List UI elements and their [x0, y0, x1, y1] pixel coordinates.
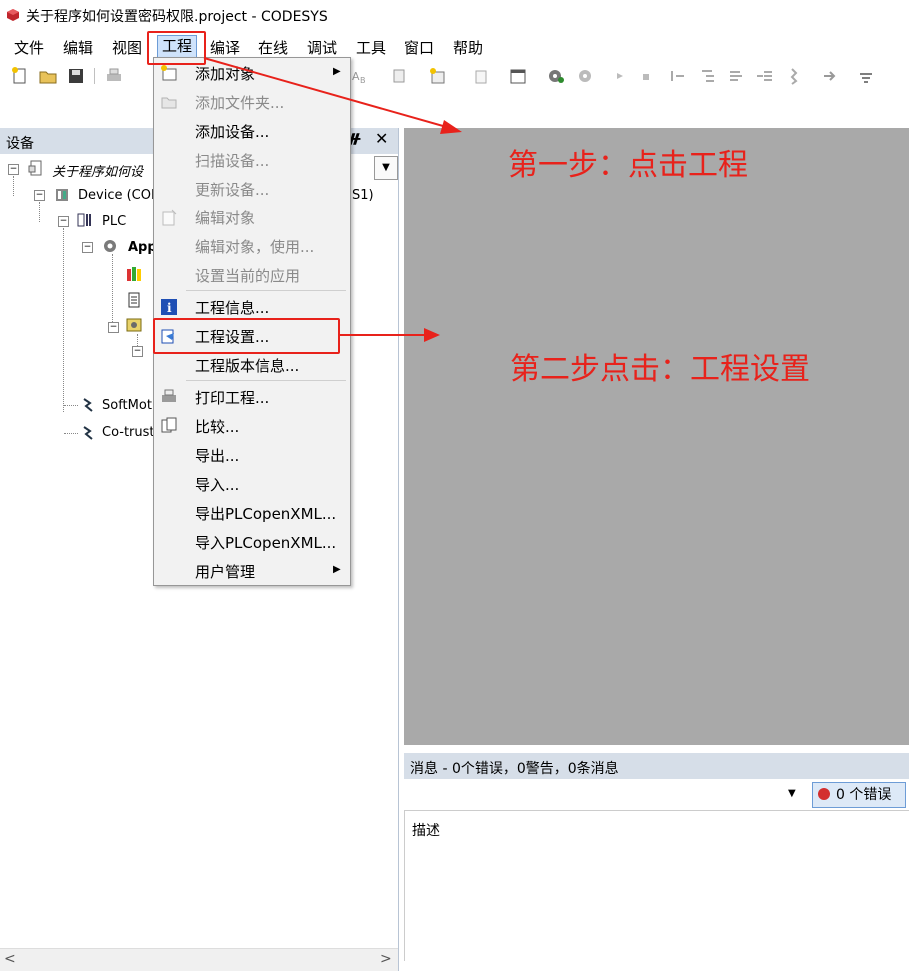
errors-filter-label: 0 个错误: [836, 787, 892, 803]
menu-separator: [186, 290, 346, 291]
tree-line: [64, 433, 78, 434]
print-icon[interactable]: [104, 66, 124, 86]
annotation-step2: 第二步点击：工程设置: [510, 352, 810, 387]
messages-list: [404, 811, 909, 961]
run-icon[interactable]: [610, 66, 630, 86]
editor-area: [404, 128, 909, 745]
menu-export-plcopenxml[interactable]: 导出PLCopenXML...: [195, 503, 336, 524]
library-manager-icon: [127, 267, 141, 281]
printer-icon: [162, 389, 176, 402]
menu-set-active-application[interactable]: 设置当前的应用: [195, 265, 300, 286]
menu-edit-object-with[interactable]: 编辑对象，使用...: [195, 236, 314, 257]
tree-plc[interactable]: PLC: [102, 214, 126, 229]
tree-line: [112, 254, 113, 324]
tree-line: [63, 228, 64, 412]
menu-project-version-info[interactable]: 工程版本信息...: [195, 355, 299, 376]
menu-project-info[interactable]: 工程信息...: [195, 297, 269, 318]
messages-title: 消息 - 0个错误，0警告，0条消息: [410, 761, 619, 777]
save-icon[interactable]: [66, 66, 86, 86]
cotrust-axis-icon: [83, 426, 93, 440]
tree-cotrust[interactable]: Co-trust: [102, 425, 155, 440]
chevron-down-icon[interactable]: ▼: [788, 788, 796, 799]
arrow-step2-icon: [338, 328, 440, 342]
window-title: 关于程序如何设置密码权限.project - CODESYS: [26, 9, 328, 25]
plc-icon: [77, 213, 91, 227]
info-icon: i: [161, 299, 177, 315]
tree-line: [64, 405, 78, 406]
tree-device[interactable]: Device (COD: [78, 188, 161, 203]
annotation-step1: 第一步：点击工程: [508, 148, 748, 183]
menu-print-project[interactable]: 打印工程...: [195, 387, 269, 408]
run-to-cursor-icon[interactable]: [754, 66, 774, 86]
task-config-icon: [126, 318, 142, 332]
collapse-toggle-icon[interactable]: −: [82, 242, 93, 253]
horizontal-scrollbar[interactable]: [0, 948, 398, 971]
column-header-description[interactable]: 描述: [412, 820, 440, 840]
chevron-down-icon[interactable]: ▼: [374, 156, 398, 180]
logout-gear-icon[interactable]: [576, 66, 596, 86]
toolbar-overflow-icon[interactable]: [856, 66, 876, 86]
menu-import-plcopenxml[interactable]: 导入PLCopenXML...: [195, 532, 336, 553]
compare-icon: [161, 417, 177, 433]
tree-line: [13, 176, 14, 196]
calendar-icon[interactable]: [508, 66, 528, 86]
tree-line: [39, 202, 40, 222]
menu-export[interactable]: 导出...: [195, 445, 239, 466]
new-file-icon[interactable]: [10, 66, 30, 86]
menu-file[interactable]: 文件: [14, 37, 44, 58]
device-icon: [56, 189, 68, 201]
project-file-icon: [28, 160, 42, 176]
tree-root-project[interactable]: 关于程序如何设: [52, 161, 143, 180]
submenu-arrow-icon: ▶: [333, 564, 341, 575]
step-into-icon[interactable]: [698, 66, 718, 86]
collapse-toggle-icon[interactable]: −: [8, 164, 19, 175]
svg-text:i: i: [167, 301, 172, 315]
arrow-right-icon[interactable]: [820, 66, 840, 86]
tree-softmotion[interactable]: SoftMoti: [102, 398, 156, 413]
breakpoint-icon[interactable]: [782, 66, 802, 86]
scroll-left-icon[interactable]: <: [4, 951, 16, 967]
folder-icon: [161, 97, 177, 109]
open-folder-icon[interactable]: [38, 66, 58, 86]
add-object-icon: [161, 65, 177, 81]
menu-separator: [186, 380, 346, 381]
menu-import[interactable]: 导入...: [195, 474, 239, 495]
menu-edit[interactable]: 编辑: [63, 37, 93, 58]
pou-document-icon: [128, 292, 140, 308]
devices-panel-title: 设备: [6, 136, 34, 152]
collapse-toggle-icon[interactable]: −: [108, 322, 119, 333]
step-over-icon[interactable]: [668, 66, 688, 86]
highlight-box-project-settings: [153, 318, 340, 354]
stop-icon[interactable]: [636, 66, 656, 86]
collapse-toggle-icon[interactable]: −: [58, 216, 69, 227]
scroll-right-icon[interactable]: >: [380, 951, 392, 967]
menu-user-management[interactable]: 用户管理: [195, 561, 255, 582]
edit-object-icon: [162, 209, 177, 226]
codesys-app-icon: [7, 9, 19, 21]
menu-scan-device[interactable]: 扫描设备...: [195, 150, 269, 171]
error-icon: [818, 788, 830, 800]
collapse-toggle-icon[interactable]: −: [132, 346, 143, 357]
menu-compare[interactable]: 比较...: [195, 416, 239, 437]
edit-toolbar-icon[interactable]: [472, 66, 492, 86]
tree-device-suffix: S1): [352, 188, 374, 203]
menu-view[interactable]: 视图: [112, 37, 142, 58]
login-gear-icon[interactable]: [546, 66, 566, 86]
collapse-toggle-icon[interactable]: −: [34, 190, 45, 201]
step-out-icon[interactable]: [726, 66, 746, 86]
menu-update-device[interactable]: 更新设备...: [195, 179, 269, 200]
application-gear-icon: [104, 240, 116, 252]
menu-edit-object[interactable]: 编辑对象: [195, 207, 255, 228]
arrow-step1-icon: [203, 57, 462, 134]
toolbar-separator: [94, 68, 95, 84]
highlight-box-project-menu: [147, 31, 206, 65]
softmotion-axis-icon: [83, 398, 93, 412]
